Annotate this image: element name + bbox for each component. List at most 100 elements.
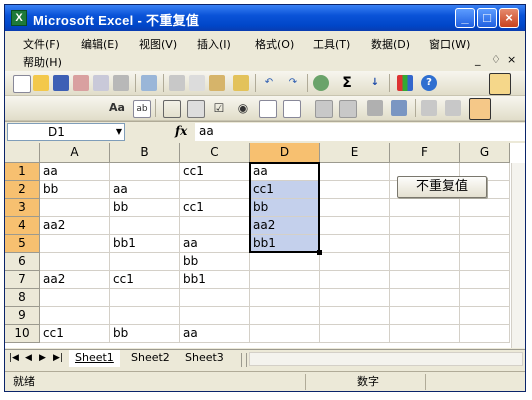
forms-options-icon[interactable]: [469, 98, 491, 120]
chart-wizard-icon[interactable]: [397, 75, 413, 91]
cell-g3[interactable]: [460, 199, 510, 217]
prev-sheet-icon[interactable]: ◀: [25, 353, 32, 363]
cell-e6[interactable]: [320, 253, 390, 271]
cell-e5[interactable]: [320, 235, 390, 253]
cell-g9[interactable]: [460, 307, 510, 325]
cell-c9[interactable]: [180, 307, 250, 325]
menu-edit[interactable]: 编辑(E): [81, 36, 119, 52]
copy-icon[interactable]: [189, 75, 205, 91]
cell-c2[interactable]: [180, 181, 250, 199]
row-header-9[interactable]: 9: [5, 307, 40, 325]
cell-d5[interactable]: bb1: [250, 235, 320, 253]
edit-box-icon[interactable]: ab: [133, 100, 151, 118]
cell-b10[interactable]: bb: [110, 325, 180, 343]
cell-a7[interactable]: aa2: [40, 271, 110, 289]
worksheet-grid[interactable]: A B C D E F G 1 aa cc1 aa 2 bb aa cc1 3 bb cc1 bb 4 aa2 aa2 5 b…: [5, 143, 525, 348]
print-preview-icon[interactable]: [93, 75, 109, 91]
first-sheet-icon[interactable]: |◀: [9, 353, 19, 363]
format-painter-icon[interactable]: [233, 75, 249, 91]
list-box-icon[interactable]: [259, 100, 277, 118]
vertical-scrollbar[interactable]: [511, 163, 525, 348]
cell-c8[interactable]: [180, 289, 250, 307]
cell-g6[interactable]: [460, 253, 510, 271]
cell-g7[interactable]: [460, 271, 510, 289]
menu-format[interactable]: 格式(O): [255, 36, 294, 52]
cell-d4[interactable]: aa2: [250, 217, 320, 235]
cell-f8[interactable]: [390, 289, 460, 307]
menu-insert[interactable]: 插入(I): [197, 36, 231, 52]
tab-split-handle[interactable]: [241, 353, 247, 367]
minimize-button[interactable]: _: [455, 8, 475, 28]
name-box-dropdown-icon[interactable]: ▼: [116, 124, 122, 140]
cell-a1[interactable]: aa: [40, 163, 110, 181]
cell-d2[interactable]: cc1: [250, 181, 320, 199]
column-header-d[interactable]: D: [250, 143, 320, 163]
menu-data[interactable]: 数据(D): [371, 36, 410, 52]
row-header-2[interactable]: 2: [5, 181, 40, 199]
row-header-8[interactable]: 8: [5, 289, 40, 307]
cell-c6[interactable]: bb: [180, 253, 250, 271]
formula-input[interactable]: aa: [195, 123, 525, 141]
menu-view[interactable]: 视图(V): [139, 36, 177, 52]
properties-icon[interactable]: [339, 100, 357, 118]
cell-d9[interactable]: [250, 307, 320, 325]
cell-f9[interactable]: [390, 307, 460, 325]
cell-c1[interactable]: cc1: [180, 163, 250, 181]
tab-order-icon[interactable]: [391, 100, 407, 116]
checkbox-icon[interactable]: ☑: [211, 100, 227, 116]
cell-b5[interactable]: bb1: [110, 235, 180, 253]
cell-a4[interactable]: aa2: [40, 217, 110, 235]
cell-d10[interactable]: [250, 325, 320, 343]
column-header-c[interactable]: C: [180, 143, 250, 163]
row-header-3[interactable]: 3: [5, 199, 40, 217]
doc-close-icon[interactable]: ×: [507, 53, 516, 66]
cell-a10[interactable]: cc1: [40, 325, 110, 343]
new-icon[interactable]: [13, 75, 31, 93]
cell-a8[interactable]: [40, 289, 110, 307]
hyperlink-icon[interactable]: [313, 75, 329, 91]
label-icon[interactable]: Aa: [109, 100, 125, 116]
sort-ascending-icon[interactable]: ↓: [367, 75, 383, 91]
row-header-10[interactable]: 10: [5, 325, 40, 343]
cell-e1[interactable]: [320, 163, 390, 181]
spelling-icon[interactable]: [141, 75, 157, 91]
cell-f3[interactable]: [390, 199, 460, 217]
cell-f4[interactable]: [390, 217, 460, 235]
cell-d8[interactable]: [250, 289, 320, 307]
cell-b3[interactable]: bb: [110, 199, 180, 217]
doc-restore-icon[interactable]: ♢: [491, 53, 501, 66]
column-header-b[interactable]: B: [110, 143, 180, 163]
cell-c4[interactable]: [180, 217, 250, 235]
fill-handle[interactable]: [317, 250, 322, 255]
combo-box-icon[interactable]: [283, 100, 301, 118]
doc-minimize-icon[interactable]: _: [475, 53, 481, 66]
control-icon[interactable]: [421, 100, 437, 116]
excel-app-icon[interactable]: X: [11, 10, 27, 26]
menu-help[interactable]: 帮助(H): [23, 54, 62, 70]
last-sheet-icon[interactable]: ▶|: [53, 353, 63, 363]
row-header-1[interactable]: 1: [5, 163, 40, 181]
column-header-f[interactable]: F: [390, 143, 460, 163]
menu-file[interactable]: 文件(F): [23, 36, 60, 52]
cell-f10[interactable]: [390, 325, 460, 343]
insert-function-icon[interactable]: fx: [175, 124, 187, 138]
row-header-4[interactable]: 4: [5, 217, 40, 235]
group-box-icon[interactable]: [163, 100, 181, 118]
run-dialog-icon[interactable]: [367, 100, 383, 116]
cell-g8[interactable]: [460, 289, 510, 307]
tab-sheet3[interactable]: Sheet3: [179, 350, 230, 367]
cell-d7[interactable]: [250, 271, 320, 289]
grid-icon[interactable]: [445, 100, 461, 116]
cell-e7[interactable]: [320, 271, 390, 289]
column-header-e[interactable]: E: [320, 143, 390, 163]
cell-a3[interactable]: [40, 199, 110, 217]
cell-b6[interactable]: [110, 253, 180, 271]
cell-b7[interactable]: cc1: [110, 271, 180, 289]
cell-a2[interactable]: bb: [40, 181, 110, 199]
help-icon[interactable]: ?: [421, 75, 437, 91]
tab-sheet2[interactable]: Sheet2: [125, 350, 176, 367]
cell-d1[interactable]: aa: [250, 163, 320, 181]
cell-e9[interactable]: [320, 307, 390, 325]
cell-a6[interactable]: [40, 253, 110, 271]
cell-b4[interactable]: [110, 217, 180, 235]
